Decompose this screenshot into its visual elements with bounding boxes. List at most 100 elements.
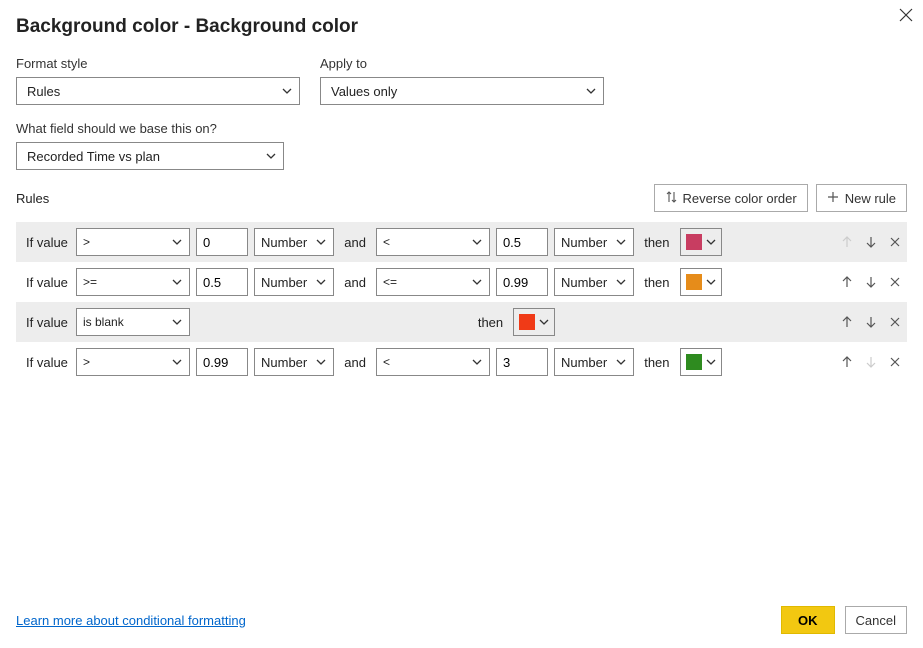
chevron-down-icon	[282, 88, 292, 94]
value2-input[interactable]	[496, 348, 548, 376]
and-label: and	[340, 235, 370, 250]
color-dropdown[interactable]	[680, 348, 722, 376]
move-up-icon[interactable]	[839, 274, 855, 290]
operator1-value: is blank	[83, 315, 124, 329]
then-label: then	[640, 275, 673, 290]
type1-value: Number	[261, 235, 307, 250]
operator2-value: <	[383, 355, 390, 369]
delete-rule-icon[interactable]	[887, 274, 903, 290]
if-value-label: If value	[26, 315, 70, 330]
then-label: then	[474, 315, 507, 330]
chevron-down-icon	[472, 279, 482, 285]
if-value-label: If value	[26, 355, 70, 370]
format-style-dropdown[interactable]: Rules	[16, 77, 300, 105]
operator2-value: <=	[383, 275, 397, 289]
value1-input[interactable]	[196, 228, 248, 256]
then-label: then	[640, 355, 673, 370]
apply-to-label: Apply to	[320, 56, 604, 71]
rule-row: If value is blank then	[16, 302, 907, 342]
type2-value: Number	[561, 275, 607, 290]
if-value-label: If value	[26, 235, 70, 250]
move-up-icon	[839, 234, 855, 250]
move-down-icon[interactable]	[863, 274, 879, 290]
chevron-down-icon	[586, 88, 596, 94]
apply-to-value: Values only	[331, 84, 397, 99]
rule-row: If value > Number and < Number then	[16, 222, 907, 262]
and-label: and	[340, 355, 370, 370]
operator1-value: >	[83, 235, 90, 249]
reverse-label: Reverse color order	[683, 191, 797, 206]
color-dropdown[interactable]	[680, 228, 722, 256]
type2-value: Number	[561, 235, 607, 250]
and-label: and	[340, 275, 370, 290]
based-on-label: What field should we base this on?	[16, 121, 907, 136]
new-rule-label: New rule	[845, 191, 896, 206]
color-dropdown[interactable]	[680, 268, 722, 296]
value1-input[interactable]	[196, 348, 248, 376]
chevron-down-icon	[266, 153, 276, 159]
close-icon[interactable]	[899, 6, 913, 27]
type2-value: Number	[561, 355, 607, 370]
based-on-dropdown[interactable]: Recorded Time vs plan	[16, 142, 284, 170]
move-down-icon	[863, 354, 879, 370]
then-label: then	[640, 235, 673, 250]
move-up-icon[interactable]	[839, 314, 855, 330]
move-down-icon[interactable]	[863, 314, 879, 330]
color-swatch	[519, 314, 535, 330]
rule-row: If value >= Number and <= Number then	[16, 262, 907, 302]
type2-dropdown[interactable]: Number	[554, 348, 634, 376]
chevron-down-icon	[316, 279, 326, 285]
delete-rule-icon[interactable]	[887, 354, 903, 370]
move-down-icon[interactable]	[863, 234, 879, 250]
type1-dropdown[interactable]: Number	[254, 348, 334, 376]
new-rule-button[interactable]: New rule	[816, 184, 907, 212]
value2-input[interactable]	[496, 268, 548, 296]
cancel-button[interactable]: Cancel	[845, 606, 907, 634]
reverse-color-order-button[interactable]: Reverse color order	[654, 184, 808, 212]
if-value-label: If value	[26, 275, 70, 290]
type2-dropdown[interactable]: Number	[554, 228, 634, 256]
operator1-value: >	[83, 355, 90, 369]
chevron-down-icon	[172, 319, 182, 325]
dialog-title: Background color - Background color	[16, 16, 907, 38]
value2-input[interactable]	[496, 228, 548, 256]
color-dropdown[interactable]	[513, 308, 555, 336]
chevron-down-icon	[316, 359, 326, 365]
chevron-down-icon	[616, 239, 626, 245]
delete-rule-icon[interactable]	[887, 314, 903, 330]
chevron-down-icon	[172, 239, 182, 245]
chevron-down-icon	[172, 359, 182, 365]
operator1-dropdown[interactable]: is blank	[76, 308, 190, 336]
based-on-value: Recorded Time vs plan	[27, 149, 160, 164]
operator1-value: >=	[83, 275, 97, 289]
move-up-icon[interactable]	[839, 354, 855, 370]
chevron-down-icon	[616, 359, 626, 365]
chevron-down-icon	[472, 359, 482, 365]
value1-input[interactable]	[196, 268, 248, 296]
type1-value: Number	[261, 355, 307, 370]
color-swatch	[686, 234, 702, 250]
operator2-dropdown[interactable]: <	[376, 348, 490, 376]
operator1-dropdown[interactable]: >	[76, 348, 190, 376]
rule-row: If value > Number and < Number then	[16, 342, 907, 382]
type2-dropdown[interactable]: Number	[554, 268, 634, 296]
chevron-down-icon	[616, 279, 626, 285]
operator1-dropdown[interactable]: >=	[76, 268, 190, 296]
type1-value: Number	[261, 275, 307, 290]
type1-dropdown[interactable]: Number	[254, 228, 334, 256]
operator1-dropdown[interactable]: >	[76, 228, 190, 256]
chevron-down-icon	[316, 239, 326, 245]
operator2-value: <	[383, 235, 390, 249]
delete-rule-icon[interactable]	[887, 234, 903, 250]
apply-to-dropdown[interactable]: Values only	[320, 77, 604, 105]
operator2-dropdown[interactable]: <	[376, 228, 490, 256]
color-swatch	[686, 274, 702, 290]
operator2-dropdown[interactable]: <=	[376, 268, 490, 296]
plus-icon	[827, 191, 839, 206]
type1-dropdown[interactable]: Number	[254, 268, 334, 296]
chevron-down-icon	[172, 279, 182, 285]
learn-more-link[interactable]: Learn more about conditional formatting	[16, 613, 246, 628]
rules-label: Rules	[16, 191, 49, 206]
ok-button[interactable]: OK	[781, 606, 835, 634]
swap-icon	[665, 190, 677, 207]
